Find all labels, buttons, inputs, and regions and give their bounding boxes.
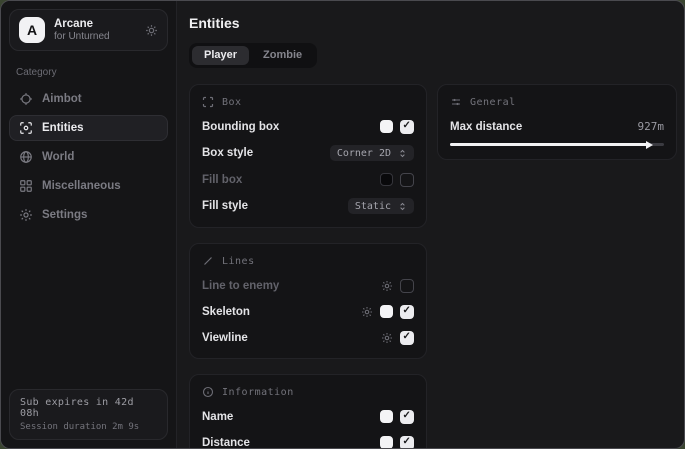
checkbox[interactable] xyxy=(400,305,414,319)
grid-icon xyxy=(19,179,33,193)
max-distance-slider[interactable] xyxy=(450,143,664,146)
scan-icon xyxy=(19,121,33,135)
gear-icon[interactable] xyxy=(381,332,393,344)
app-window: A Arcane for Unturned Category Aimbot xyxy=(0,0,685,449)
setting-row: Skeleton xyxy=(202,304,414,319)
setting-row: Viewline xyxy=(202,330,414,345)
sidebar-item-settings[interactable]: Settings xyxy=(9,202,168,228)
section-title: Lines xyxy=(222,256,255,267)
gear-icon[interactable] xyxy=(145,24,158,37)
app-subtitle: for Unturned xyxy=(54,31,136,43)
entity-tabs: Player Zombie xyxy=(189,43,317,68)
gear-icon[interactable] xyxy=(381,280,393,292)
setting-label: Box style xyxy=(202,147,253,159)
setting-label: Fill style xyxy=(202,200,248,212)
sliders-icon xyxy=(450,96,462,108)
color-swatch[interactable] xyxy=(380,120,393,133)
sidebar-item-label: Miscellaneous xyxy=(42,180,121,192)
setting-row: Line to enemy xyxy=(202,278,414,293)
information-section: Information Name Distance xyxy=(189,374,427,448)
color-swatch[interactable] xyxy=(380,305,393,318)
sidebar: A Arcane for Unturned Category Aimbot xyxy=(1,1,177,448)
setting-row: Distance xyxy=(202,435,414,448)
sidebar-item-aimbot[interactable]: Aimbot xyxy=(9,86,168,112)
fill-style-dropdown[interactable]: Static xyxy=(348,198,414,214)
sidebar-item-entities[interactable]: Entities xyxy=(9,115,168,141)
setting-row: Box style Corner 2D xyxy=(202,145,414,161)
slider-value: 927m xyxy=(638,120,665,133)
subscription-info: Sub expires in 42d 08h Session duration … xyxy=(9,389,168,440)
setting-row: Bounding box xyxy=(202,119,414,134)
setting-label: Max distance xyxy=(450,121,522,133)
lines-section: Lines Line to enemy Skeleton xyxy=(189,243,427,359)
checkbox[interactable] xyxy=(400,279,414,293)
section-title: General xyxy=(470,97,516,108)
box-style-dropdown[interactable]: Corner 2D xyxy=(330,145,414,161)
setting-row: Name xyxy=(202,409,414,424)
sidebar-item-label: Settings xyxy=(42,209,87,221)
sidebar-item-label: Aimbot xyxy=(42,93,82,105)
sub-expiry-text: Sub expires in 42d 08h xyxy=(20,397,157,419)
app-logo: A xyxy=(19,17,45,43)
tab-zombie[interactable]: Zombie xyxy=(251,46,314,65)
checkbox[interactable] xyxy=(400,173,414,187)
general-section: General Max distance 927m xyxy=(437,84,677,160)
setting-label: Name xyxy=(202,411,233,423)
page-title: Entities xyxy=(189,15,672,31)
section-title: Box xyxy=(222,97,242,108)
setting-label: Line to enemy xyxy=(202,280,279,292)
checkbox[interactable] xyxy=(400,120,414,134)
chevron-up-down-icon xyxy=(398,149,407,158)
box-corners-icon xyxy=(202,96,214,108)
info-icon xyxy=(202,386,214,398)
main-panel: Entities Player Zombie Box Bounding box xyxy=(177,1,684,448)
box-section: Box Bounding box Box style Corner 2D xyxy=(189,84,427,228)
session-duration-text: Session duration 2m 9s xyxy=(20,422,157,432)
gear-icon xyxy=(19,208,33,222)
setting-label: Distance xyxy=(202,437,250,449)
setting-label: Fill box xyxy=(202,174,242,186)
setting-label: Bounding box xyxy=(202,121,279,133)
sidebar-item-world[interactable]: World xyxy=(9,144,168,170)
app-name: Arcane xyxy=(54,18,136,31)
setting-label: Skeleton xyxy=(202,306,250,318)
color-swatch[interactable] xyxy=(380,436,393,448)
color-swatch[interactable] xyxy=(380,173,393,186)
globe-icon xyxy=(19,150,33,164)
category-label: Category xyxy=(16,67,161,78)
color-swatch[interactable] xyxy=(380,410,393,423)
checkbox[interactable] xyxy=(400,331,414,345)
chevron-up-down-icon xyxy=(398,202,407,211)
tab-player[interactable]: Player xyxy=(192,46,249,65)
setting-label: Viewline xyxy=(202,332,248,344)
gear-icon[interactable] xyxy=(361,306,373,318)
line-icon xyxy=(202,255,214,267)
slider-thumb-icon[interactable] xyxy=(646,141,653,149)
sidebar-item-label: World xyxy=(42,151,74,163)
checkbox[interactable] xyxy=(400,410,414,424)
sidebar-item-label: Entities xyxy=(42,122,84,134)
section-title: Information xyxy=(222,387,294,398)
sidebar-header: A Arcane for Unturned xyxy=(9,9,168,51)
checkbox[interactable] xyxy=(400,436,414,449)
sidebar-nav: Aimbot Entities World Miscellaneous xyxy=(9,86,168,228)
sidebar-item-miscellaneous[interactable]: Miscellaneous xyxy=(9,173,168,199)
setting-row: Fill style Static xyxy=(202,198,414,214)
crosshair-icon xyxy=(19,92,33,106)
setting-row: Fill box xyxy=(202,172,414,187)
